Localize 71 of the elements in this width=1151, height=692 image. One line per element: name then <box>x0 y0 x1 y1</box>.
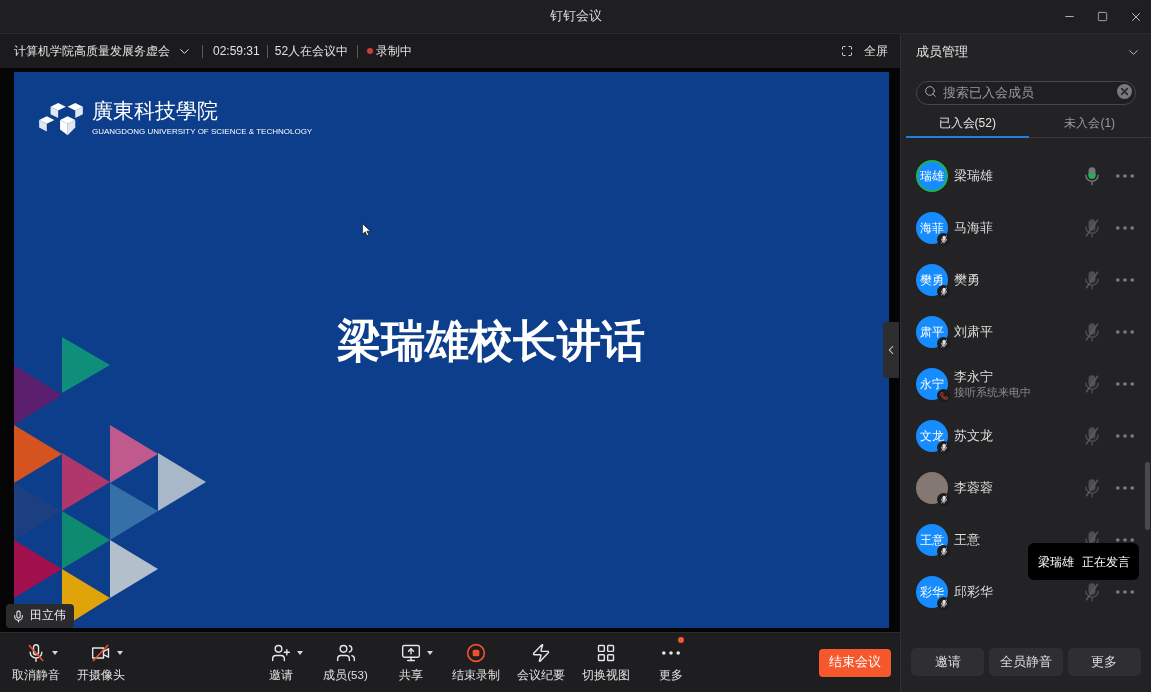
logo-subtitle: GUANGDONG UNIVERSITY OF SCIENCE & TECHNOLOGY <box>92 128 313 136</box>
member-status: 接听系统来电中 <box>954 385 1032 399</box>
camera-off-icon <box>90 643 111 663</box>
speaking-status: 正在发言 <box>1081 553 1130 571</box>
toolbar-button[interactable]: 切换视图 <box>573 636 638 689</box>
panel-title: 成员管理 <box>916 43 968 61</box>
toolbar-button[interactable]: 邀请 <box>248 636 313 689</box>
panel-button[interactable]: 邀请 <box>911 648 985 676</box>
screen-share-icon <box>400 643 421 663</box>
meeting-duration: 02:59:31 <box>213 43 260 60</box>
avatar: 王意 <box>916 524 948 556</box>
tab[interactable]: 未入会(1) <box>1028 110 1151 138</box>
panel-button[interactable]: 更多 <box>1067 648 1141 676</box>
avatar: 海菲 <box>916 212 948 244</box>
member-name: 马海菲 <box>954 220 994 236</box>
recording-status: 录制中 <box>376 43 413 60</box>
mic-off-icon <box>25 643 46 663</box>
member-name: 王意 <box>954 532 981 548</box>
more-icon[interactable] <box>1116 278 1134 282</box>
more-icon[interactable] <box>1116 486 1134 490</box>
toolbar-button[interactable]: 开摄像头 <box>68 636 133 689</box>
more-icon[interactable] <box>1116 382 1134 386</box>
search-field[interactable]: 搜索已入会成员 <box>916 81 1136 105</box>
more-icon[interactable] <box>1116 174 1134 178</box>
panel-button[interactable]: 全员静音 <box>989 648 1063 676</box>
avatar: 肃平 <box>916 316 948 348</box>
maximize-icon[interactable] <box>1097 11 1108 22</box>
clear-icon[interactable] <box>1117 84 1132 99</box>
participant-count: 52人在会议中 <box>274 43 349 60</box>
slide-heading: 梁瑞雄校长讲话 <box>337 319 645 363</box>
more-icon[interactable] <box>1116 226 1134 230</box>
toolbar-button[interactable]: 结束录制 <box>443 636 508 689</box>
toolbar-button[interactable]: 会议纪要 <box>508 636 573 689</box>
scrollbar-thumb[interactable] <box>1145 462 1150 530</box>
more-icon <box>661 651 680 655</box>
more-icon[interactable] <box>1116 538 1134 542</box>
member-name: 梁瑞雄 <box>954 168 994 184</box>
search-icon <box>924 85 937 98</box>
lightning-icon <box>530 643 551 663</box>
stop-record-icon <box>465 643 486 663</box>
fullscreen-icon[interactable] <box>841 45 853 57</box>
user-plus-icon <box>270 643 291 663</box>
toolbar-button[interactable]: 共享 <box>378 636 443 689</box>
toolbar-button[interactable]: 取消静音 <box>3 636 68 689</box>
member-name: 李蓉蓉 <box>954 480 994 496</box>
meeting-title: 计算机学院高质量发展务虚会 <box>14 43 170 60</box>
more-icon[interactable] <box>1116 434 1134 438</box>
member-name: 邱彩华 <box>954 584 994 600</box>
cursor-icon <box>362 223 371 237</box>
toolbar-button[interactable]: 更多 <box>638 636 703 689</box>
member-name: 刘肃平 <box>954 324 994 340</box>
member-name: 苏文龙 <box>954 428 994 444</box>
avatar: 永宁 <box>916 368 948 400</box>
avatar: 瑞雄 <box>916 160 948 192</box>
avatar: 樊勇 <box>916 264 948 296</box>
fullscreen-label[interactable]: 全屏 <box>864 42 888 60</box>
window-title: 钉钉会议 <box>549 8 602 26</box>
member-name: 李永宁 <box>954 369 994 385</box>
grid-icon <box>595 643 616 663</box>
avatar: 彩华 <box>916 576 948 608</box>
tab[interactable]: 已入会(52) <box>906 110 1029 138</box>
member-name: 樊勇 <box>954 272 981 288</box>
people-icon <box>335 643 356 663</box>
logo-name: 廣東科技學院 <box>92 101 218 122</box>
mic-icon <box>12 609 25 623</box>
speaker-name: 田立伟 <box>30 608 66 624</box>
more-icon[interactable] <box>1116 590 1134 594</box>
toolbar-button[interactable]: 成员(53) <box>313 636 378 689</box>
more-icon[interactable] <box>1116 330 1134 334</box>
avatar: 文龙 <box>916 420 948 452</box>
speaker-name: 梁瑞雄 <box>1037 553 1074 571</box>
